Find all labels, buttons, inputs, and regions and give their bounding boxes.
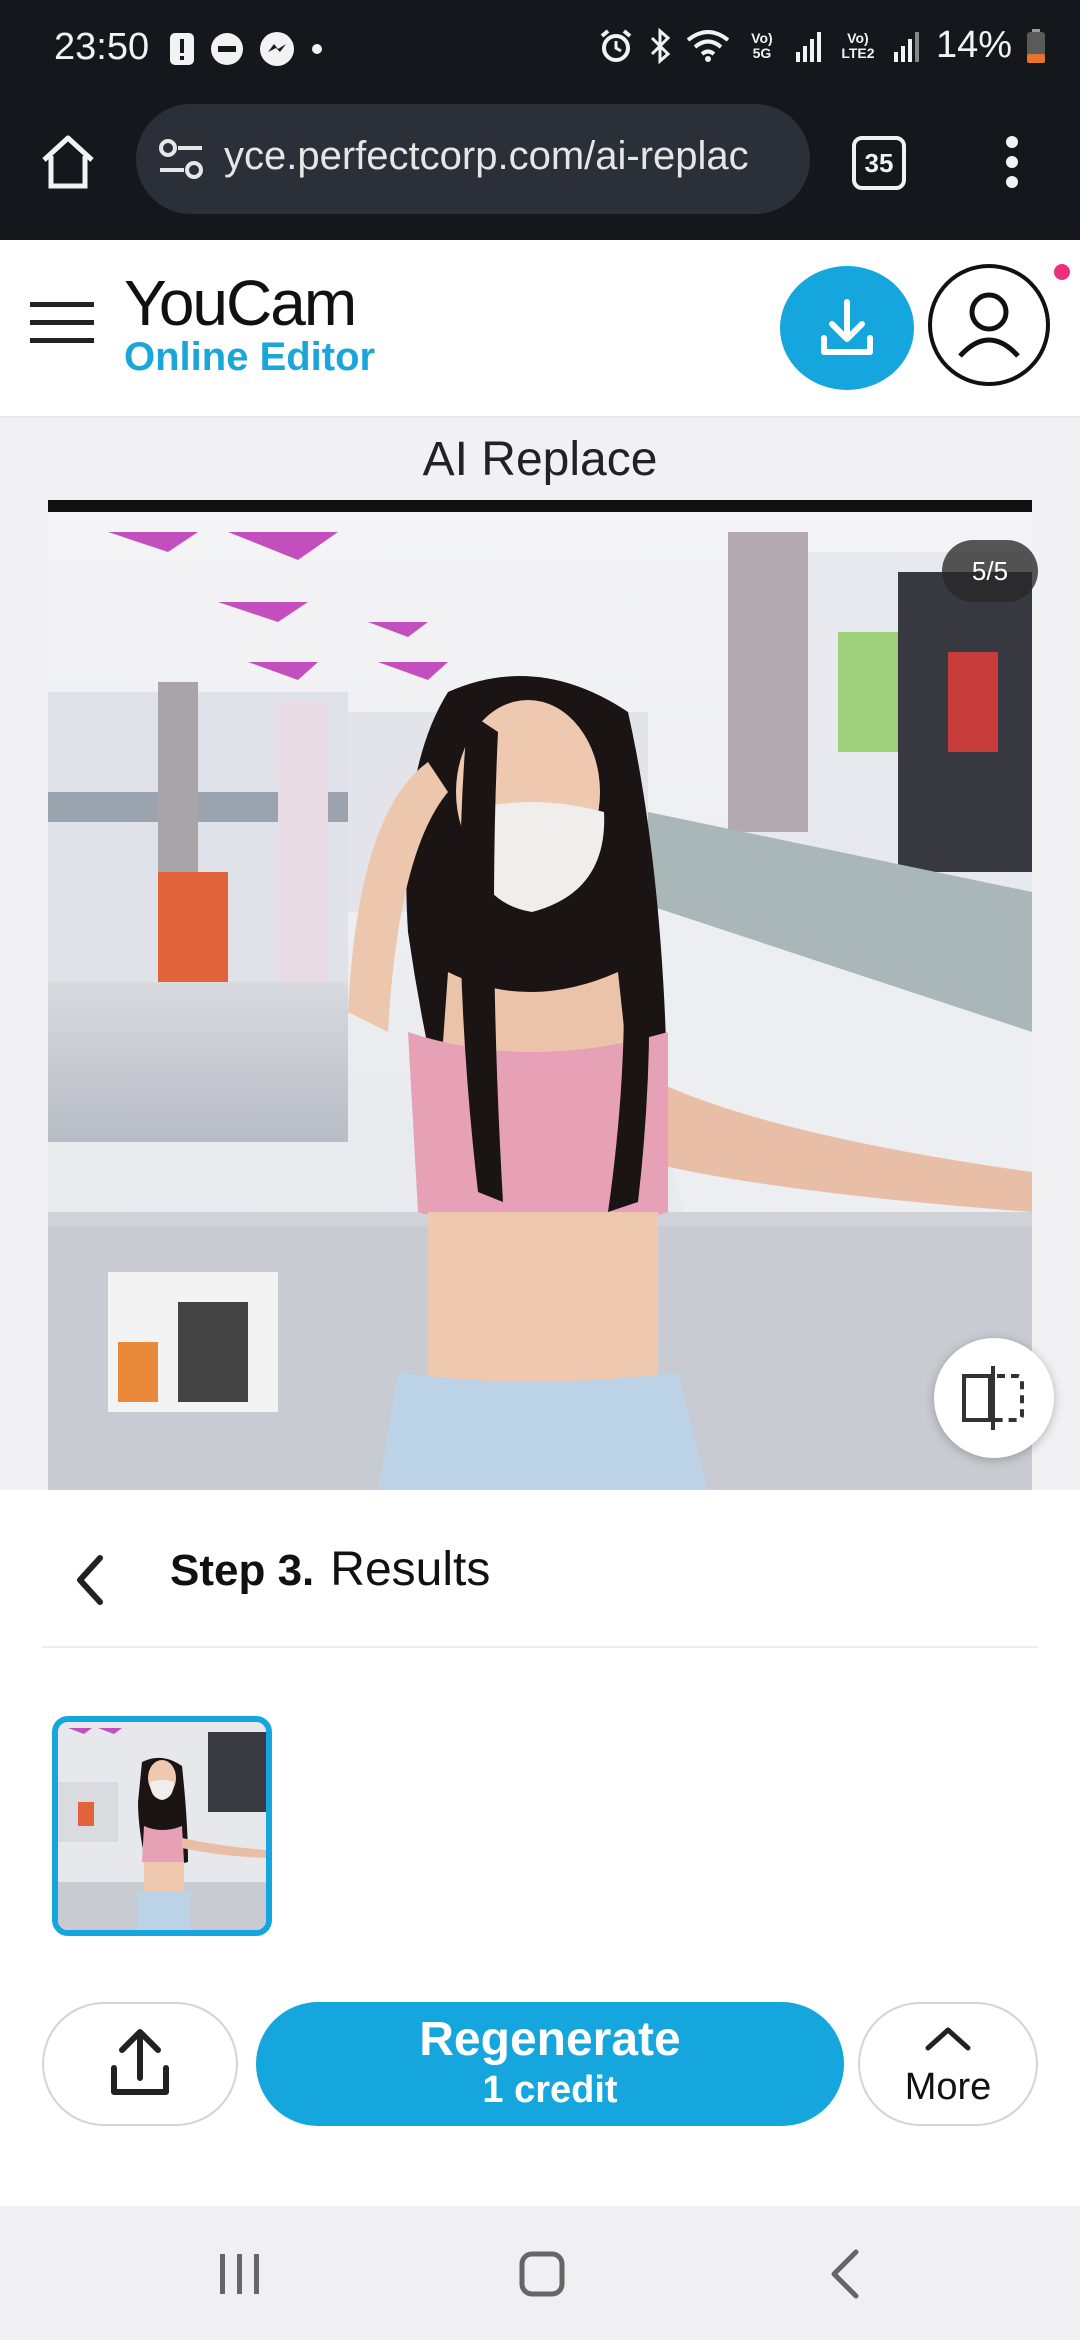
home-nav-icon[interactable] [512, 2244, 572, 2304]
site-settings-icon[interactable] [156, 136, 206, 182]
thumbnail-image [58, 1722, 266, 1930]
kebab-menu-icon[interactable] [1000, 134, 1024, 190]
chevron-up-icon [925, 2027, 971, 2051]
download-icon [821, 299, 873, 355]
back-nav-icon[interactable] [816, 2244, 876, 2304]
result-preview[interactable]: 5/5 [48, 500, 1038, 1490]
system-navigation-bar [0, 2206, 1080, 2340]
back-chevron-icon[interactable] [70, 1550, 110, 1610]
regenerate-cost: 1 credit [482, 2069, 618, 2111]
url-text[interactable]: yce.perfectcorp.com/ai-replac [224, 134, 784, 184]
hamburger-menu-icon[interactable] [30, 298, 94, 348]
notification-dot [1054, 264, 1070, 280]
system-icons: Vo) 5G Vo) LTE2 14% [598, 24, 1046, 67]
counter-pill: 5/5 [942, 540, 1038, 602]
result-thumbnail[interactable] [52, 1716, 272, 1936]
step-title: Results [330, 1543, 491, 1596]
notification-icons [168, 30, 324, 68]
account-button[interactable] [928, 264, 1050, 386]
browser-toolbar: yce.perfectcorp.com/ai-replac 35 [0, 100, 1080, 240]
signal-icon-2 [893, 31, 919, 62]
clock: 23:50 [54, 26, 150, 68]
bluetooth-icon [650, 27, 671, 64]
compare-icon [962, 1366, 1024, 1430]
dot-icon [312, 44, 322, 54]
step-header: Step 3. Results [170, 1542, 490, 1597]
dnd-icon [211, 33, 243, 65]
page-title: AI Replace [422, 433, 658, 486]
more-button[interactable]: More [858, 2002, 1038, 2126]
user-icon [958, 292, 1020, 358]
divider [42, 1646, 1038, 1648]
share-button[interactable] [42, 2002, 238, 2126]
recents-icon[interactable] [210, 2244, 270, 2304]
tab-switcher-button[interactable]: 35 [852, 136, 906, 190]
messenger-icon [260, 32, 294, 66]
network-label-2: Vo) LTE2 [841, 29, 875, 61]
site-header: YouCam Online Editor [0, 240, 1080, 418]
result-photo [48, 512, 1032, 1490]
brand-subtitle: Online Editor [124, 335, 376, 379]
compare-button[interactable] [934, 1338, 1054, 1458]
download-button[interactable] [780, 266, 914, 390]
more-label: More [904, 2066, 992, 2108]
network-label-1: Vo) 5G [751, 29, 773, 61]
step-number: Step 3. [170, 1546, 315, 1595]
alarm-icon [600, 28, 632, 62]
editor-canvas-area: AI Replace 5/5 [0, 418, 1080, 1490]
status-bar: 23:50 Vo) 5G Vo) LTE2 14% [0, 0, 1080, 100]
regenerate-label: Regenerate [419, 2013, 681, 2066]
home-icon[interactable] [38, 132, 98, 192]
results-panel: Step 3. Results Regenerate 1 credit More [0, 1490, 1080, 2206]
battery-percent: 14% [935, 24, 1012, 66]
signal-icon [795, 31, 821, 62]
brand-logo[interactable]: YouCam Online Editor [124, 270, 375, 380]
brand-name: YouCam [124, 267, 357, 339]
wifi-icon [686, 29, 730, 62]
address-bar[interactable]: yce.perfectcorp.com/ai-replac [136, 104, 810, 214]
share-icon [111, 2029, 169, 2095]
battery-icon [1027, 28, 1045, 63]
action-bar: Regenerate 1 credit More [0, 2000, 1080, 2130]
alert-icon [170, 33, 194, 65]
regenerate-button[interactable]: Regenerate 1 credit [256, 2002, 844, 2126]
